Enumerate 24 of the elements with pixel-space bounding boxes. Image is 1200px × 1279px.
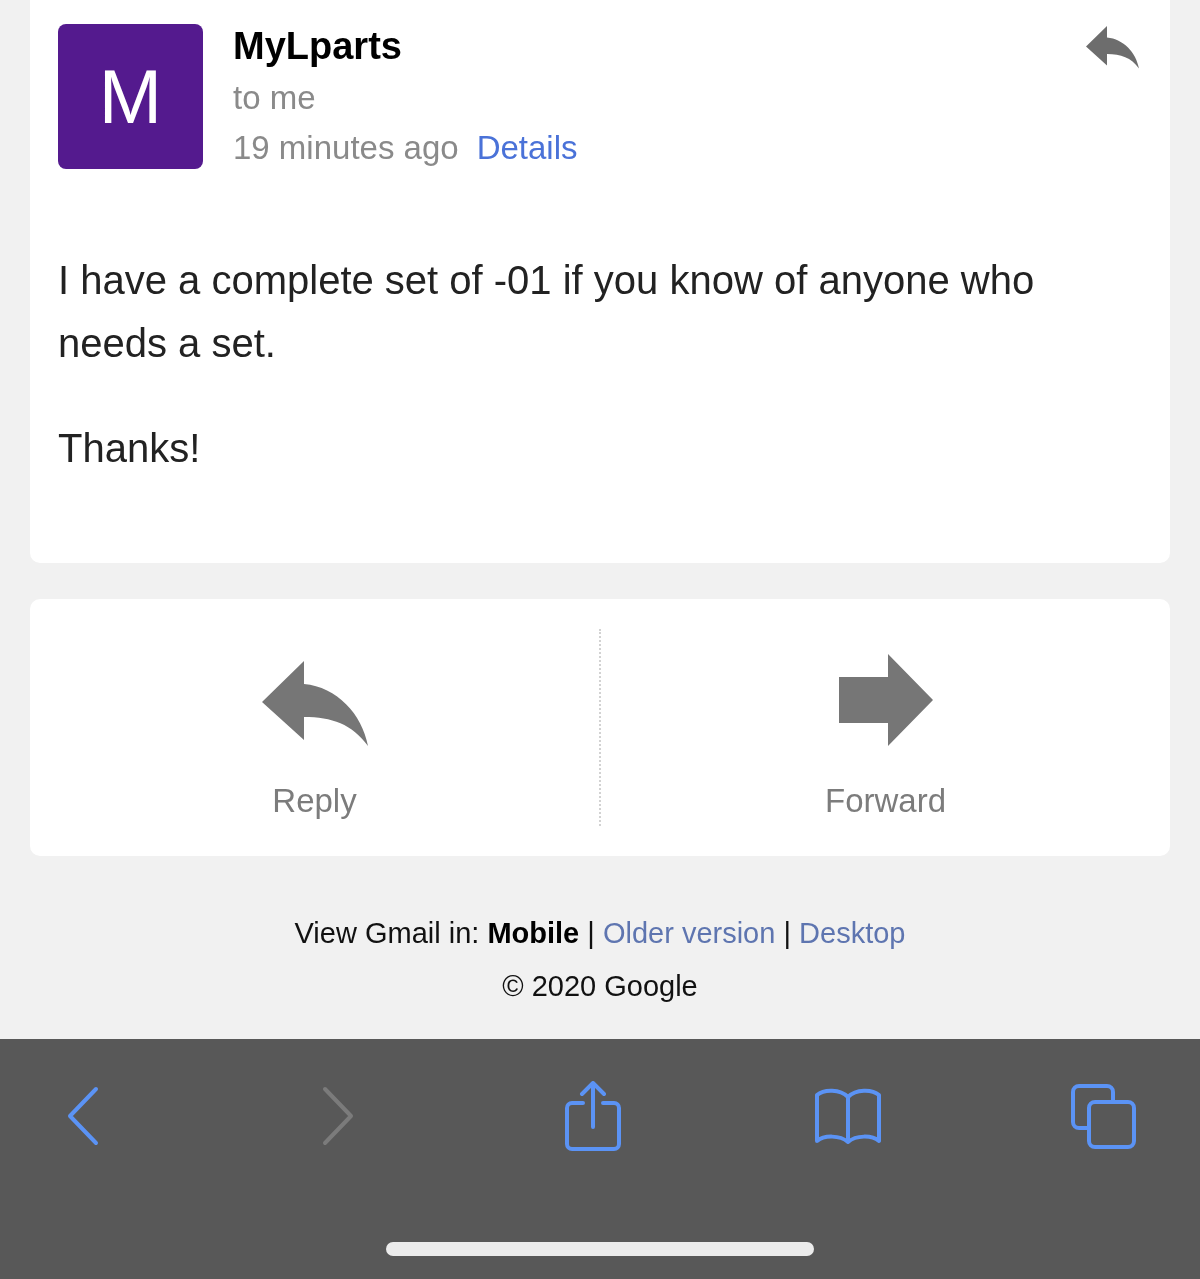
recipient-text: to me [233, 78, 316, 118]
current-view-label: Mobile [487, 917, 580, 949]
forward-arrow-icon [838, 654, 933, 747]
timestamp: 19 minutes ago [233, 128, 459, 168]
message-paragraph: I have a complete set of -01 if you know of anyone who needs a set. [58, 257, 1036, 367]
reply-arrow-icon [261, 659, 368, 747]
details-link[interactable]: Details [476, 128, 578, 168]
sender-avatar: M [58, 24, 203, 169]
chevron-left-icon [67, 1086, 99, 1146]
reply-arrow-icon [1086, 25, 1139, 69]
view-link[interactable]: Desktop [799, 917, 906, 949]
reply-button[interactable]: Reply [241, 644, 388, 825]
sender-name: MyLparts [233, 24, 402, 68]
separator-text: | [587, 917, 595, 949]
separator-text: | [783, 917, 791, 949]
share-icon [565, 1081, 621, 1151]
tabs-icon [1070, 1083, 1136, 1149]
copyright-text: © 2020 Google [502, 970, 698, 1002]
book-icon [814, 1087, 882, 1145]
chevron-right-icon [322, 1086, 354, 1146]
view-link[interactable]: Older version [602, 917, 776, 949]
forward-button[interactable]: Forward [805, 644, 966, 825]
message-paragraph: Thanks! [58, 425, 202, 472]
footer-label: View Gmail in: [294, 917, 480, 949]
